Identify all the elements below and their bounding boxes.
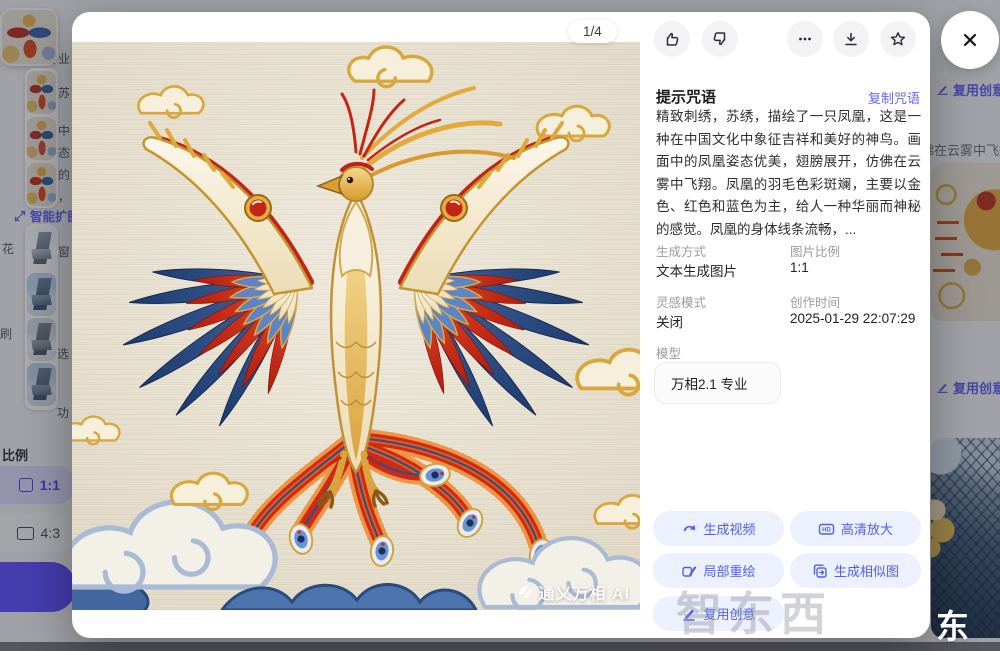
thumbs-down-icon <box>711 30 729 48</box>
action-label: 生成相似图 <box>834 561 899 580</box>
action-label: 局部重绘 <box>703 561 755 580</box>
more-button[interactable] <box>787 21 823 57</box>
hd-upscale-button[interactable]: HD 高清放大 <box>790 511 921 546</box>
wanxiang-logo-icon <box>515 583 533 601</box>
action-label: 复用创意 <box>703 604 755 623</box>
favorite-button[interactable] <box>880 21 916 57</box>
image-pager-badge: 1/4 <box>568 20 617 43</box>
meta-label: 创作时间 <box>790 292 840 311</box>
thumbs-up-icon <box>663 30 681 48</box>
meta-value: 2025-01-29 22:07:29 <box>790 311 915 326</box>
similar-icon <box>812 563 828 579</box>
reuse-icon <box>681 606 697 622</box>
generate-video-button[interactable]: 生成视频 <box>653 511 784 546</box>
hd-icon-text: HD <box>822 527 831 533</box>
prompt-text: 精致刺绣，苏绣，描绘了一只凤凰，这是一种在中国文化中象征吉祥和美好的神鸟。画面中… <box>656 106 921 241</box>
action-label: 生成视频 <box>703 519 755 538</box>
image-watermark: 通义万相 AI <box>515 580 630 604</box>
similar-image-button[interactable]: 生成相似图 <box>790 553 921 588</box>
image-watermark-text: 通义万相 AI <box>539 580 630 604</box>
dislike-button[interactable] <box>702 21 738 57</box>
star-icon <box>889 30 907 48</box>
close-icon <box>959 29 981 51</box>
like-button[interactable] <box>654 21 690 57</box>
meta-label: 图片比例 <box>790 241 840 260</box>
copy-prompt-link[interactable]: 复制咒语 <box>656 88 920 107</box>
close-button[interactable] <box>941 11 999 69</box>
phoenix-embroidery-illustration <box>72 42 640 610</box>
hd-icon: HD <box>818 521 835 537</box>
video-icon <box>681 521 697 537</box>
download-icon <box>842 30 860 48</box>
inpaint-button[interactable]: 局部重绘 <box>653 553 784 588</box>
meta-label: 生成方式 <box>656 241 706 260</box>
screen: 智能扩图 专业 苏 化中 态 的 主， 花 窗 刷 选 功 比例 1:1 4:3 <box>0 0 1000 651</box>
download-button[interactable] <box>833 21 869 57</box>
meta-value: 文本生成图片 <box>656 260 737 280</box>
meta-value: 1:1 <box>790 260 809 275</box>
action-label: 高清放大 <box>841 519 893 538</box>
model-chip: 万相2.1 专业 <box>654 362 781 404</box>
meta-value: 关闭 <box>656 311 683 331</box>
generated-image[interactable]: 通义万相 AI <box>72 42 640 610</box>
more-dots-icon <box>796 30 814 48</box>
reuse-idea-button[interactable]: 复用创意 <box>653 596 784 631</box>
meta-label: 灵感模式 <box>656 292 706 311</box>
image-detail-modal: 通义万相 AI 1/4 <box>72 12 930 638</box>
model-label: 模型 <box>656 343 681 362</box>
inpaint-icon <box>681 563 697 579</box>
